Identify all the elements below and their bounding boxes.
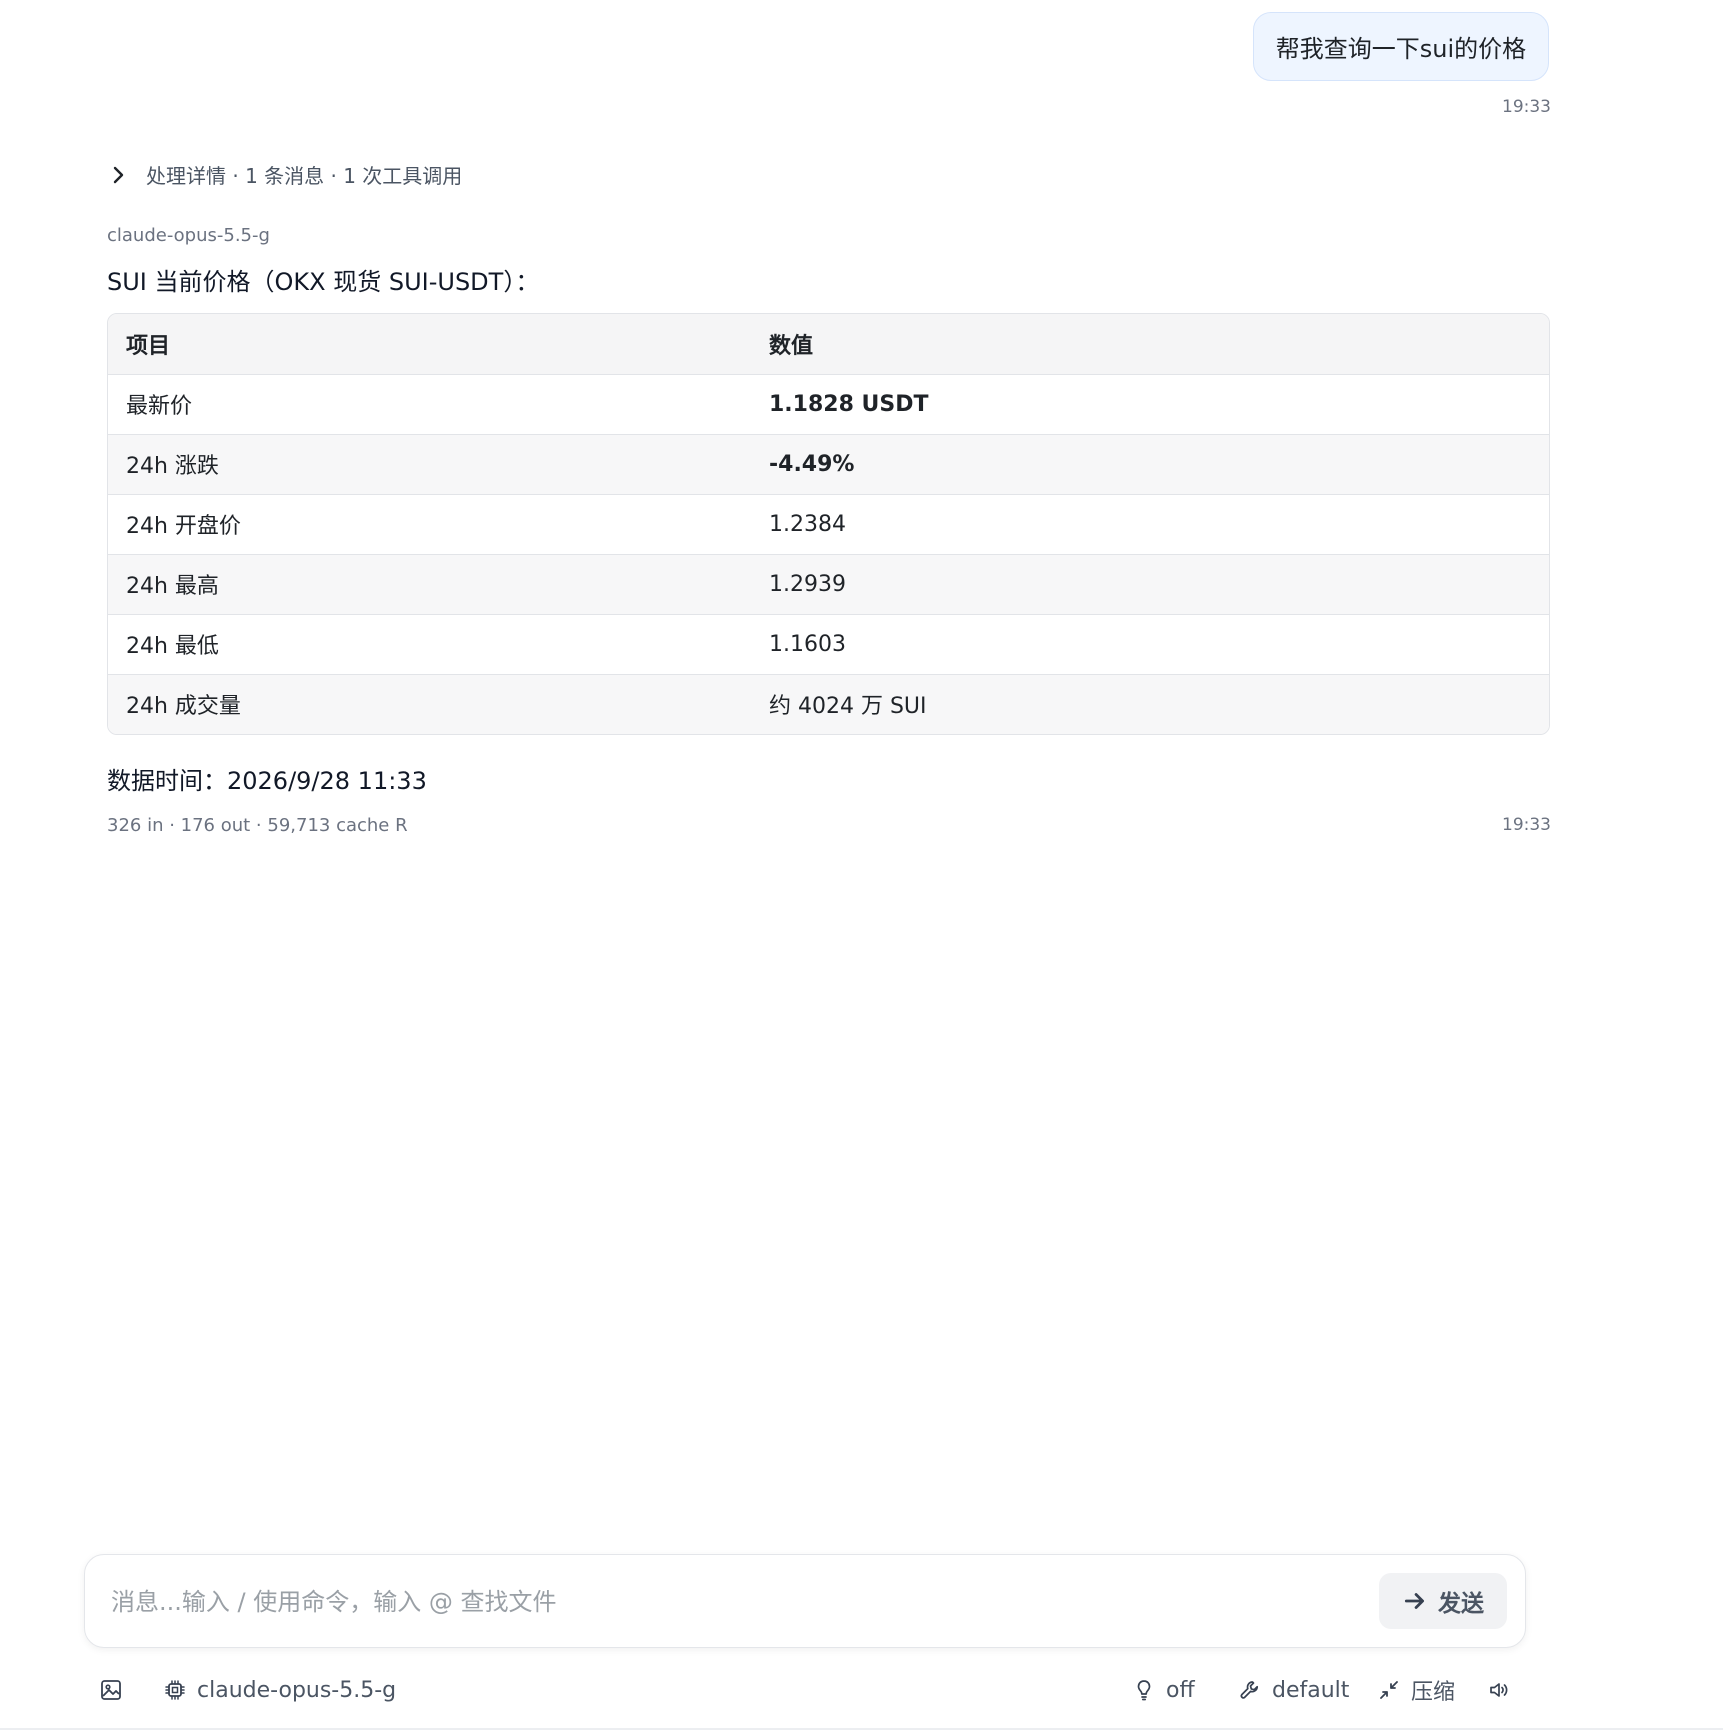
lightbulb-icon xyxy=(1137,1680,1151,1701)
user-message-bubble: 帮我查询一下sui的价格 xyxy=(1253,12,1549,81)
compress-icon xyxy=(1380,1681,1398,1699)
send-button[interactable]: 发送 xyxy=(1379,1573,1507,1629)
chat-page: 帮我查询一下sui的价格 19:33 处理详情 · 1 条消息 · 1 次工具调… xyxy=(0,0,1723,1732)
tools-mode-label: default xyxy=(1272,1677,1350,1703)
wrench-icon xyxy=(1240,1681,1259,1699)
thinking-label: off xyxy=(1166,1677,1195,1703)
token-usage: 326 in · 176 out · 59,713 cache R xyxy=(107,815,408,836)
table-row: 24h 最高 1.2939 xyxy=(108,554,1549,615)
table-cell-item: 24h 最低 xyxy=(108,614,751,675)
message-composer: 发送 xyxy=(84,1554,1526,1648)
composer-toolbar: claude-opus-5.5-g off default 压缩 xyxy=(0,1668,1723,1712)
assistant-intro-text: SUI 当前价格（OKX 现货 SUI-USDT）： xyxy=(107,268,540,296)
assistant-message-time: 19:33 xyxy=(1502,815,1551,835)
price-table-grid: 项目 数值 最新价 1.1828 USDT 24h 涨跌 -4.49% 24h 开盘价 1… xyxy=(108,314,1549,734)
table-row: 最新价 1.1828 USDT xyxy=(108,374,1549,435)
table-cell-value: 约 4024 万 SUI xyxy=(751,674,1549,734)
table-cell-value: 1.2939 xyxy=(751,554,1549,615)
model-selector[interactable]: claude-opus-5.5-g xyxy=(163,1668,396,1712)
table-row: 24h 最低 1.1603 xyxy=(108,614,1549,675)
attach-image-button[interactable] xyxy=(99,1668,123,1712)
process-details-toggle[interactable]: 处理详情 · 1 条消息 · 1 次工具调用 xyxy=(106,160,462,189)
table-header-value: 数值 xyxy=(751,314,1549,375)
table-row: 24h 成交量约 4024 万 SUI xyxy=(108,674,1549,734)
table-row: 24h 涨跌 -4.49% xyxy=(108,434,1549,495)
chevron-right-icon xyxy=(113,166,124,183)
user-message-text: 帮我查询一下sui的价格 xyxy=(1275,35,1527,63)
tools-mode-selector[interactable]: default xyxy=(1238,1668,1349,1712)
table-cell-item: 24h 开盘价 xyxy=(108,494,751,555)
process-details-label: 处理详情 · 1 条消息 · 1 次工具调用 xyxy=(146,164,463,188)
price-table: 项目 数值 最新价 1.1828 USDT 24h 涨跌 -4.49% 24h 开盘价 1… xyxy=(107,313,1550,735)
image-icon xyxy=(101,1680,121,1700)
table-cell-item: 24h 成交量 xyxy=(108,674,751,734)
table-body: 最新价 1.1828 USDT 24h 涨跌 -4.49% 24h 开盘价 1.2384 2… xyxy=(108,374,1549,734)
arrow-right-icon xyxy=(1404,1593,1424,1609)
table-cell-value: 1.1828 USDT xyxy=(751,374,1549,435)
send-button-label: 发送 xyxy=(1438,1591,1484,1617)
user-message-time: 19:33 xyxy=(1502,97,1551,117)
compress-label: 压缩 xyxy=(1411,1680,1456,1705)
compress-button[interactable]: 压缩 xyxy=(1377,1668,1455,1712)
speaker-icon xyxy=(1490,1683,1508,1697)
table-row: 24h 开盘价 1.2384 xyxy=(108,494,1549,555)
table-cell-item: 最新价 xyxy=(108,374,751,435)
thinking-toggle[interactable]: off xyxy=(1132,1668,1195,1712)
table-cell-item: 24h 最高 xyxy=(108,554,751,615)
table-header-item: 项目 xyxy=(108,314,751,375)
table-cell-value: 1.1603 xyxy=(751,614,1549,675)
table-cell-value: -4.49% xyxy=(751,434,1549,495)
assistant-model-label: claude-opus-5.5-g xyxy=(107,225,270,246)
bottom-divider xyxy=(0,1728,1723,1730)
data-timestamp: 数据时间：2026/9/28 11:33 xyxy=(107,767,427,795)
chip-icon xyxy=(165,1680,185,1700)
table-cell-item: 24h 涨跌 xyxy=(108,434,751,495)
audio-button[interactable] xyxy=(1487,1668,1511,1712)
table-cell-value: 1.2384 xyxy=(751,494,1549,555)
model-selector-label: claude-opus-5.5-g xyxy=(197,1677,397,1703)
message-input[interactable] xyxy=(109,1575,1333,1629)
table-header-row: 项目 数值 xyxy=(108,314,1549,375)
